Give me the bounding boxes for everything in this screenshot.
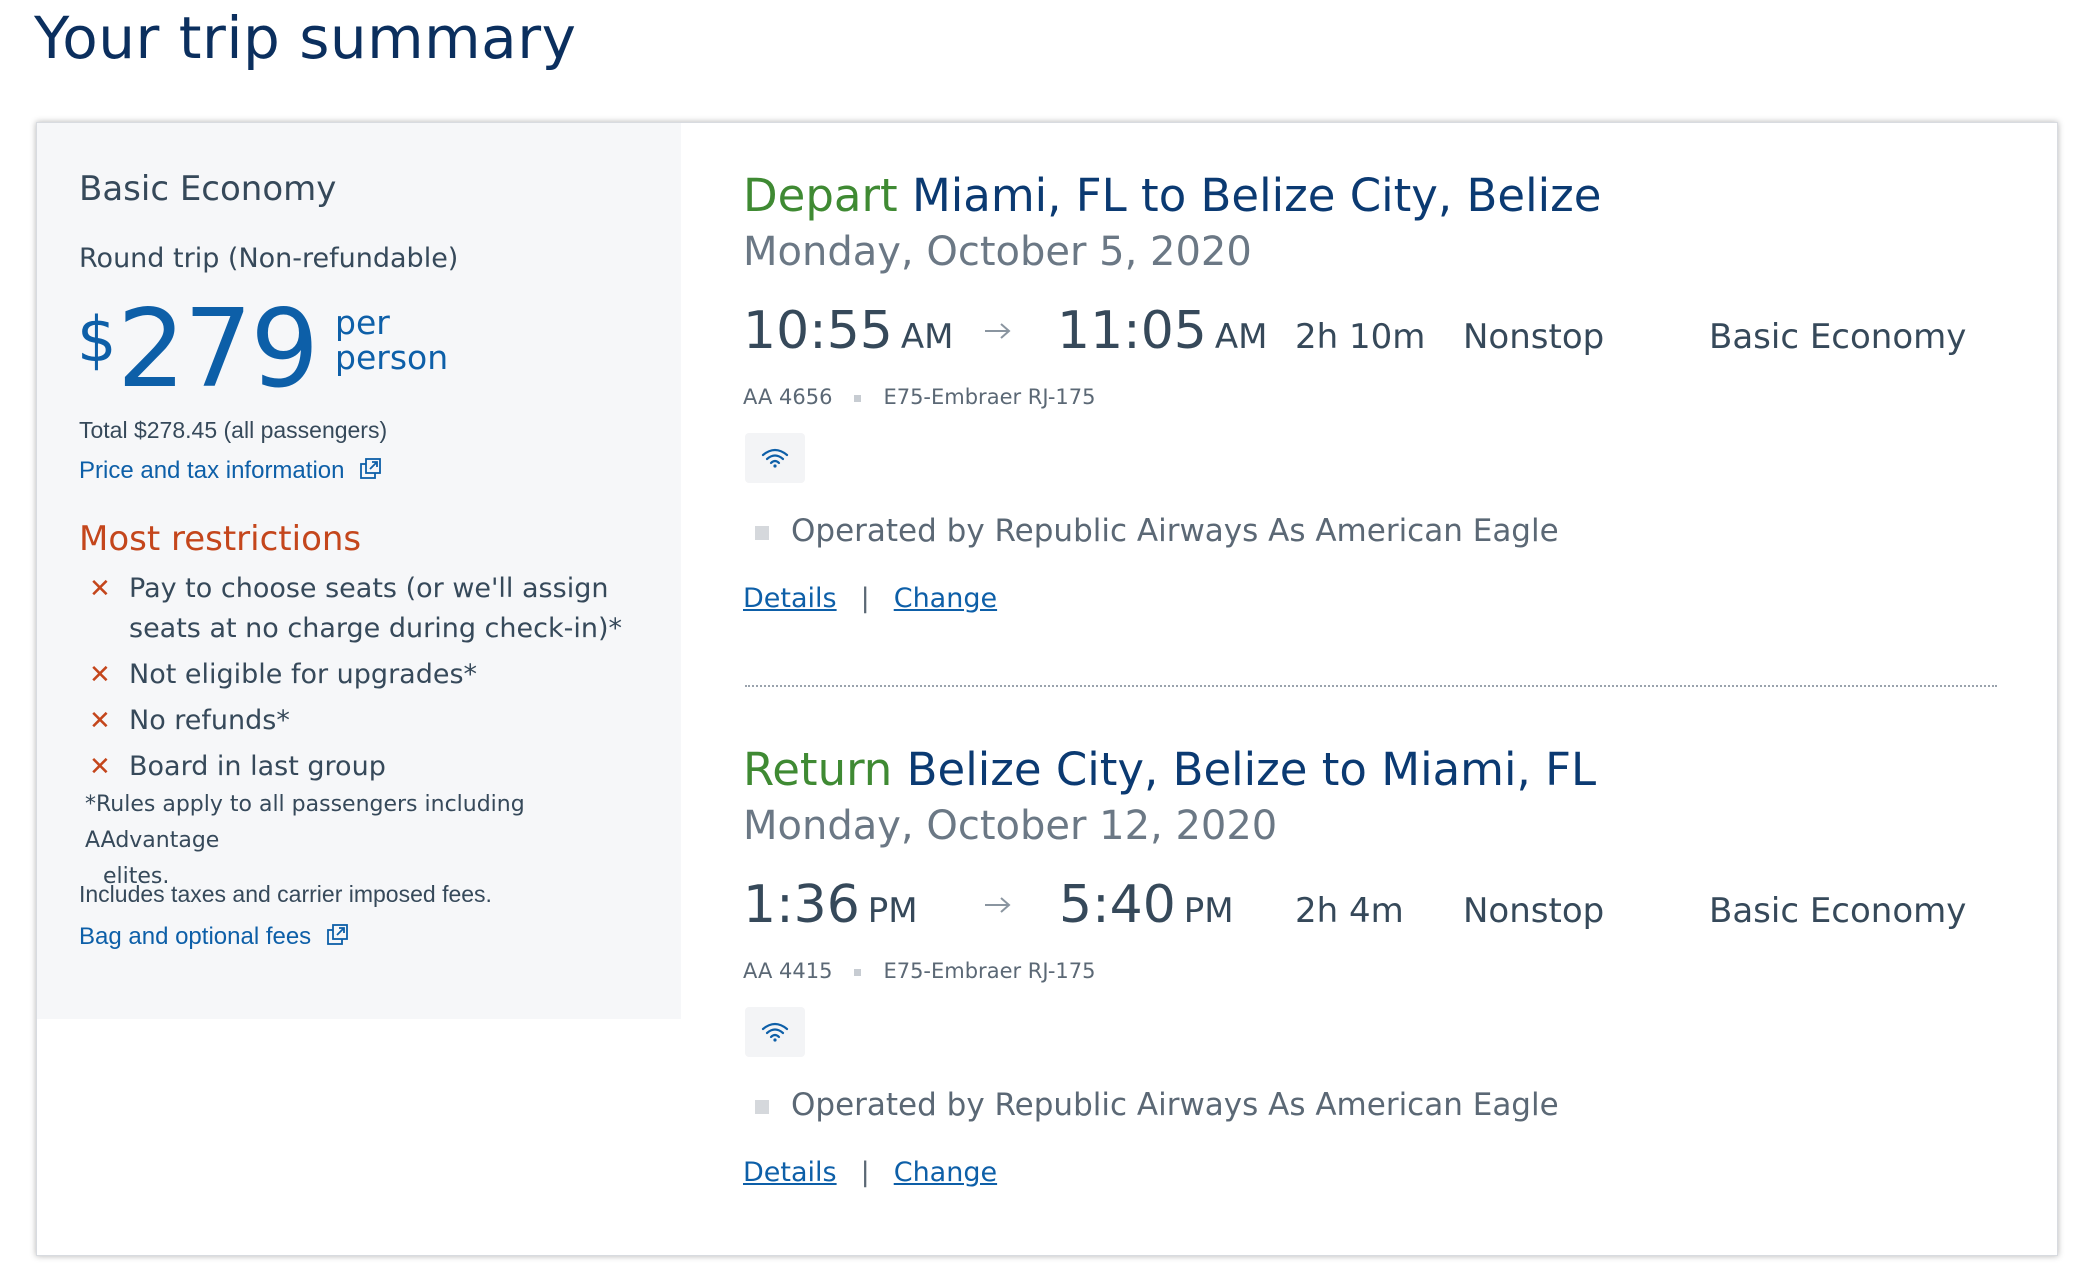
flight-date: Monday, October 5, 2020 (743, 229, 1252, 275)
details-link[interactable]: Details (743, 583, 837, 614)
price-currency: $ (77, 303, 117, 376)
flight-actions: Details | Change (743, 583, 997, 614)
flight-duration: 2h 10m (1295, 317, 1426, 357)
rules-note: *Rules apply to all passengers including… (85, 787, 645, 895)
arrival-ampm: AM (1214, 317, 1268, 357)
separator-dot (854, 394, 862, 402)
operator-logo-icon (755, 525, 769, 540)
restrictions-list: ✕ Pay to choose seats (or we'll assign s… (85, 569, 645, 793)
x-icon: ✕ (89, 706, 111, 736)
aircraft-type: E75-Embraer RJ-175 (883, 959, 1096, 983)
arrival-ampm: PM (1183, 891, 1234, 931)
restriction-item: ✕ Board in last group (85, 747, 645, 787)
details-link[interactable]: Details (743, 1157, 837, 1188)
departure-time: 10:55 AM (743, 301, 953, 361)
departure-time-value: 1:36 (743, 875, 860, 935)
cabin-class: Basic Economy (1709, 317, 1967, 357)
rules-note-line1: *Rules apply to all passengers including… (85, 792, 525, 853)
flight-direction: Return (743, 743, 893, 796)
flight-segment-return: Return Belize City, Belize to Miami, FL … (743, 743, 2043, 1243)
x-icon: ✕ (89, 752, 111, 782)
arrival-time-value: 11:05 (1057, 301, 1207, 361)
restriction-text: Not eligible for upgrades* (129, 659, 478, 690)
arrival-time: 5:40 PM (1059, 875, 1234, 935)
price-amount: 279 (117, 287, 319, 412)
restriction-text: No refunds* (129, 705, 290, 736)
separator-dot (854, 968, 862, 976)
price-per-person: per person (335, 305, 475, 375)
bag-fees-label: Bag and optional fees (79, 923, 312, 950)
action-separator: | (860, 1157, 870, 1188)
operated-by: Operated by Republic Airways As American… (755, 513, 1559, 549)
fare-name: Basic Economy (79, 169, 337, 209)
flight-segment-depart: Depart Miami, FL to Belize City, Belize … (743, 169, 2043, 669)
page-title: Your trip summary (34, 4, 577, 72)
flight-actions: Details | Change (743, 1157, 997, 1188)
operated-by-text: Operated by Republic Airways As American… (791, 513, 1559, 549)
arrow-right-icon (983, 895, 1013, 919)
external-link-icon (326, 923, 350, 954)
change-link[interactable]: Change (894, 1157, 997, 1188)
flight-equipment: AA 4415 E75-Embraer RJ-175 (743, 959, 1096, 983)
price-per-label: per (335, 303, 390, 342)
bag-fees-link[interactable]: Bag and optional fees (79, 923, 350, 954)
action-separator: | (860, 583, 870, 614)
departure-time-value: 10:55 (743, 301, 893, 361)
departure-ampm: AM (900, 317, 954, 357)
price-tax-info-label: Price and tax information (79, 457, 345, 484)
restriction-item: ✕ No refunds* (85, 701, 645, 741)
flight-duration: 2h 4m (1295, 891, 1404, 931)
external-link-icon (359, 457, 383, 488)
operated-by: Operated by Republic Airways As American… (755, 1087, 1559, 1123)
restriction-item: ✕ Pay to choose seats (or we'll assign s… (85, 569, 645, 649)
flight-route: Belize City, Belize to Miami, FL (906, 743, 1597, 796)
arrival-time: 11:05 AM (1057, 301, 1267, 361)
wifi-icon (745, 1007, 805, 1057)
change-link[interactable]: Change (894, 583, 997, 614)
departure-time: 1:36 PM (743, 875, 918, 935)
flight-date: Monday, October 12, 2020 (743, 803, 1278, 849)
flight-number: AA 4656 (743, 385, 833, 409)
flight-direction: Depart (743, 169, 898, 222)
cabin-class: Basic Economy (1709, 891, 1967, 931)
flight-equipment: AA 4656 E75-Embraer RJ-175 (743, 385, 1096, 409)
arrival-time-value: 5:40 (1059, 875, 1176, 935)
total-price: Total $278.45 (all passengers) (79, 417, 388, 443)
flight-stops: Nonstop (1463, 317, 1605, 357)
operator-logo-icon (755, 1099, 769, 1114)
x-icon: ✕ (89, 660, 111, 690)
restriction-text: Pay to choose seats (or we'll assign sea… (129, 573, 622, 644)
flight-route: Miami, FL to Belize City, Belize (911, 169, 1602, 222)
trip-type: Round trip (Non-refundable) (79, 243, 459, 274)
flight-title: Return Belize City, Belize to Miami, FL (743, 743, 1596, 796)
departure-ampm: PM (867, 891, 918, 931)
flight-stops: Nonstop (1463, 891, 1605, 931)
segment-divider (745, 685, 1997, 687)
restriction-text: Board in last group (129, 751, 386, 782)
restriction-item: ✕ Not eligible for upgrades* (85, 655, 645, 695)
fare-summary-panel: Basic Economy Round trip (Non-refundable… (37, 123, 681, 1019)
aircraft-type: E75-Embraer RJ-175 (883, 385, 1096, 409)
x-icon: ✕ (89, 574, 111, 604)
flight-number: AA 4415 (743, 959, 833, 983)
wifi-icon (745, 433, 805, 483)
flight-title: Depart Miami, FL to Belize City, Belize (743, 169, 1601, 222)
price-person-label: person (335, 338, 449, 377)
arrow-right-icon (983, 321, 1013, 345)
operated-by-text: Operated by Republic Airways As American… (791, 1087, 1559, 1123)
includes-taxes-note: Includes taxes and carrier imposed fees. (79, 881, 492, 907)
price-tax-info-link[interactable]: Price and tax information (79, 457, 383, 488)
trip-summary-card: Basic Economy Round trip (Non-refundable… (36, 122, 2058, 1256)
restrictions-title: Most restrictions (79, 519, 362, 559)
